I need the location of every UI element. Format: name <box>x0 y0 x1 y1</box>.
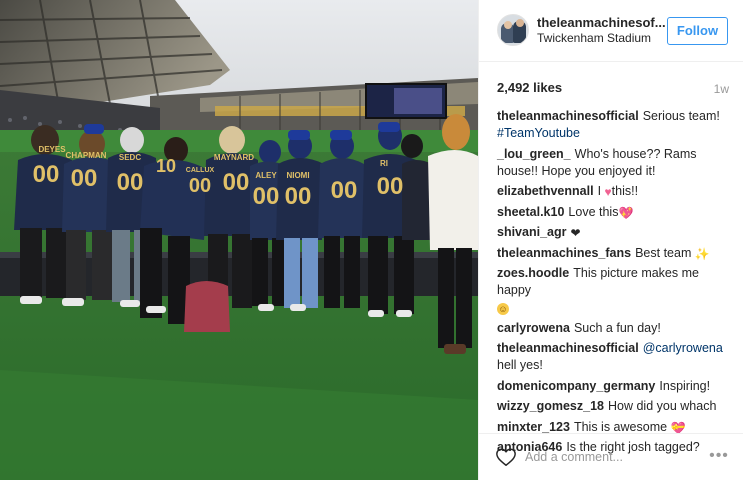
heart-ribbon-emoji-icon: 💝 <box>670 420 686 435</box>
comment: theleanmachines_fans Best team ✨ <box>497 245 729 262</box>
comment-mention[interactable]: @carlyrowena <box>643 341 723 355</box>
comment-text-after: this!! <box>611 184 639 198</box>
comment-text: Love this <box>568 204 619 219</box>
jersey-number-8: 00 <box>285 183 312 210</box>
jersey-name-1: DEYES <box>38 145 66 154</box>
comment: elizabethvennall I ♥this!! <box>497 183 729 200</box>
comment-user[interactable]: shivani_agr <box>497 225 566 239</box>
smiling-face-emoji-icon: ☺ <box>497 303 509 315</box>
jersey-name-4: MAYNARD <box>214 153 254 162</box>
comment: domenicompany_germany Inspiring! <box>497 378 729 395</box>
comment-text: Such a fun day! <box>573 320 661 335</box>
comment-user[interactable]: _lou_green_ <box>497 147 571 161</box>
location[interactable]: Twickenham Stadium <box>537 31 651 45</box>
comment: sheetal.k10 Love this💖 <box>497 204 729 221</box>
jersey-name-8: RI <box>380 159 388 168</box>
post-side-panel: theleanmachinesof... Twickenham Stadium … <box>478 0 743 480</box>
jersey-number-3: 00 <box>117 169 144 196</box>
comment-user[interactable]: theleanmachines_fans <box>497 246 631 260</box>
comment: zoes.hoodle This picture makes me happy ☺ <box>497 265 729 316</box>
ellipsis-icon[interactable]: ••• <box>708 447 730 467</box>
comment: carlyrowena Such a fun day! <box>497 320 729 337</box>
comment-hashtag[interactable]: #TeamYoutube <box>497 126 580 140</box>
jersey-name-6: ALEY <box>255 171 277 180</box>
post-time[interactable]: 1w <box>714 82 729 96</box>
jersey-number-1: 00 <box>33 161 60 188</box>
jersey-number-7: 00 <box>253 183 280 210</box>
jersey-number-2: 00 <box>71 165 98 192</box>
jersey-number-10: 00 <box>377 173 404 200</box>
comment: theleanmachinesofficial @carlyrowena hell… <box>497 340 729 374</box>
jersey-number-5: 00 <box>223 169 250 196</box>
comment-user[interactable]: domenicompany_germany <box>497 379 655 393</box>
jersey-name-2: CHAPMAN <box>66 151 107 160</box>
comment-text: Serious team! <box>642 109 720 123</box>
comment-user[interactable]: minxter_123 <box>497 420 570 434</box>
black-heart-emoji-icon: ❤ <box>570 226 581 240</box>
comment: wizzy_gomesz_18 How did you whach <box>497 398 729 415</box>
comment-text: I <box>597 184 602 198</box>
heart-emoji-icon: ♥ <box>604 185 612 199</box>
jersey-name-5: CALLUX <box>186 167 215 174</box>
follow-button[interactable]: Follow <box>667 17 728 45</box>
jersey-number-6: 00 <box>189 175 211 197</box>
stadium-photo-illustration: DEYES CHAPMAN SEDC MAYNARD CALLUX ALEY N… <box>0 0 478 480</box>
heart-outline-icon[interactable] <box>495 446 517 468</box>
comment-user[interactable]: zoes.hoodle <box>497 266 569 280</box>
comment-text: Best team <box>635 245 692 260</box>
comment-user[interactable]: sheetal.k10 <box>497 205 564 219</box>
likes-count[interactable]: 2,492 likes <box>497 80 562 95</box>
comments-list: theleanmachinesofficial Serious team! #Te… <box>497 108 729 460</box>
comment-user[interactable]: wizzy_gomesz_18 <box>497 399 604 413</box>
post-header: theleanmachinesof... Twickenham Stadium … <box>479 0 743 62</box>
comment: _lou_green_ Who's house?? Rams house!! Ho… <box>497 146 729 180</box>
post-photo[interactable]: DEYES CHAPMAN SEDC MAYNARD CALLUX ALEY N… <box>0 0 478 480</box>
comment: theleanmachinesofficial Serious team! #Te… <box>497 108 729 142</box>
comment: shivani_agr ❤ <box>497 224 729 241</box>
username[interactable]: theleanmachinesof... <box>537 15 666 30</box>
jersey-number-4: 10 <box>156 156 176 176</box>
jersey-name-7: NIOMI <box>286 171 309 180</box>
comment-text: How did you whach <box>608 399 717 413</box>
comment-footer: ••• <box>479 433 743 480</box>
comment-user[interactable]: elizabethvennall <box>497 184 594 198</box>
comment-user[interactable]: theleanmachinesofficial <box>497 341 639 355</box>
comment-text: hell yes! <box>497 358 543 372</box>
jersey-name-3: SEDC <box>119 153 141 162</box>
comment-user[interactable]: theleanmachinesofficial <box>497 109 639 123</box>
comment-user[interactable]: carlyrowena <box>497 321 570 335</box>
comment-text: This is awesome <box>573 419 668 434</box>
avatar[interactable] <box>497 14 529 46</box>
sparkling-heart-emoji-icon: 💖 <box>618 205 634 220</box>
sparkles-emoji-icon: ✨ <box>694 246 710 261</box>
add-comment-input[interactable] <box>525 444 705 470</box>
jersey-number-9: 00 <box>331 177 358 204</box>
comment-text: Inspiring! <box>659 378 711 393</box>
